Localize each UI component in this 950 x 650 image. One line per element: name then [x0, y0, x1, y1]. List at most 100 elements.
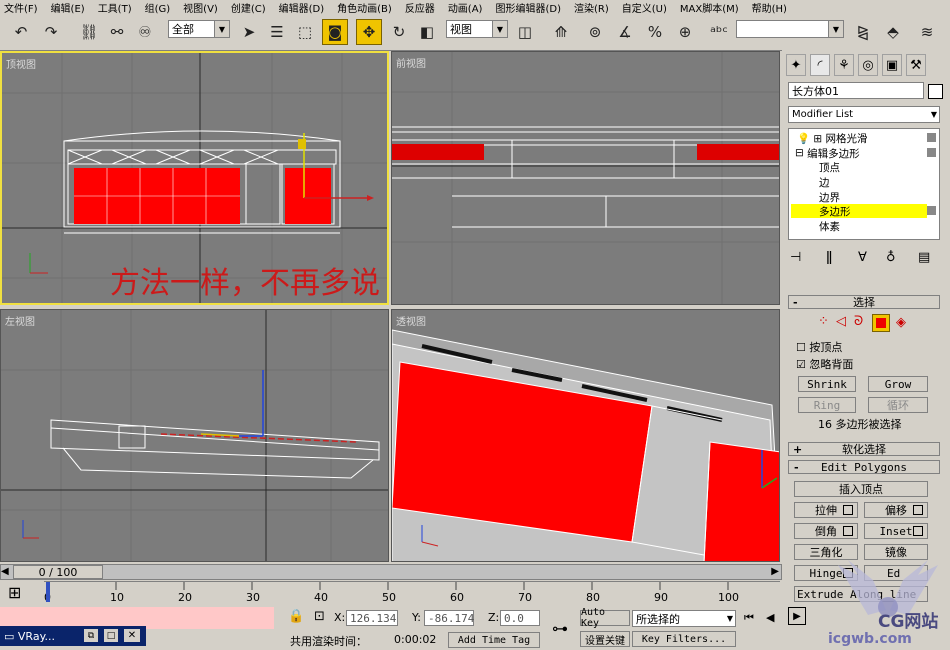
pin-stack-icon[interactable]: ⊣ [790, 250, 801, 265]
inset-button[interactable]: Inset [864, 523, 928, 539]
settings-box-icon[interactable] [843, 505, 853, 515]
display-tab-icon[interactable]: ▣ [882, 54, 902, 76]
auto-key-button[interactable]: Auto Key [580, 607, 630, 629]
edit-polygons-rollout-header[interactable]: - Edit Polygons [788, 460, 940, 474]
settings-box-icon[interactable] [913, 505, 923, 515]
time-slider-track[interactable]: 0 / 100 ◀ ▶ [0, 564, 782, 580]
menu-item[interactable]: 渲染(R) [574, 0, 609, 15]
menu-item[interactable]: MAX脚本(M) [680, 0, 739, 15]
window-crossing-icon[interactable]: ◙ [322, 19, 348, 45]
reference-coordinate-dropdown[interactable]: 视图 ▼ [446, 20, 508, 38]
spinner-snap-icon[interactable]: ⊕ [672, 19, 698, 45]
grow-button[interactable]: Grow [868, 376, 928, 392]
select-manipulate-icon[interactable]: ⟰ [548, 19, 574, 45]
modifier-list-dropdown[interactable]: Modifier List ▼ [788, 106, 940, 123]
soft-selection-rollout-header[interactable]: + 软化选择 [788, 442, 940, 456]
ignore-backfacing-checkbox[interactable]: ☑ 忽略背面 [796, 356, 853, 372]
menu-item[interactable]: 动画(A) [448, 0, 483, 15]
play-icon[interactable]: ▶ [788, 607, 806, 625]
taskbar-item[interactable]: ▭ VRay... ⧉ □ ✕ [0, 626, 146, 646]
select-object-icon[interactable]: ➤ [236, 19, 262, 45]
settings-box-icon[interactable] [843, 526, 853, 536]
track-bar[interactable]: 0 10 20 30 40 50 60 70 80 90 100 [44, 581, 780, 604]
lock-selection-icon[interactable]: 🔒 [288, 609, 304, 624]
ring-button[interactable]: Ring [798, 397, 856, 413]
time-slider-handle[interactable]: 0 / 100 [13, 565, 103, 579]
hierarchy-tab-icon[interactable]: ⚘ [834, 54, 854, 76]
stack-item-element[interactable]: 体素 [819, 219, 840, 233]
pivot-center-icon[interactable]: ◫ [512, 19, 538, 45]
border-level-icon[interactable]: ᘐ [854, 314, 863, 329]
show-end-result-icon[interactable]: ǁ [826, 250, 832, 265]
x-coordinate-field[interactable]: 126.134 [346, 610, 398, 626]
snap-toggle-icon[interactable]: ⊚ [582, 19, 608, 45]
angle-snap-icon[interactable]: ∡ [612, 19, 638, 45]
settings-box-icon[interactable] [913, 526, 923, 536]
object-color-swatch[interactable] [928, 84, 943, 99]
add-time-tag-button[interactable]: Add Time Tag [448, 632, 540, 648]
layer-manager-icon[interactable]: ≋ [914, 19, 940, 45]
loop-button[interactable]: 循环 [868, 397, 928, 413]
edge-level-icon[interactable]: ◁ [836, 314, 846, 329]
configure-modifier-sets-icon[interactable]: ▤ [918, 250, 930, 265]
scroll-left-icon[interactable]: ◀ [1, 566, 9, 577]
stack-item-polygon[interactable]: 多边形 [791, 204, 927, 218]
remove-modifier-icon[interactable]: ♁ [886, 250, 896, 265]
select-scale-icon[interactable]: ◧ [414, 19, 440, 45]
restore-icon[interactable]: ⧉ [84, 629, 98, 642]
stack-item-edge[interactable]: 边 [819, 175, 830, 189]
viewport-front[interactable]: 前视图 [391, 51, 780, 305]
selection-filter-dropdown[interactable]: 全部 ▼ [168, 20, 230, 38]
rect-selection-region-icon[interactable]: ⬚ [292, 19, 318, 45]
menu-item[interactable]: 组(G) [145, 0, 171, 15]
by-vertex-checkbox[interactable]: ☐ 按顶点 [796, 339, 842, 355]
bind-space-warp-icon[interactable]: ♾ [132, 19, 158, 45]
go-to-start-icon[interactable]: ⏮ [744, 611, 754, 625]
scroll-right-icon[interactable]: ▶ [771, 566, 779, 577]
insert-vertex-button[interactable]: 插入顶点 [794, 481, 928, 497]
menu-item[interactable]: 工具(T) [98, 0, 132, 15]
mirror-icon[interactable]: ⧎ [850, 19, 876, 45]
menu-item[interactable]: 创建(C) [231, 0, 266, 15]
viewport-left[interactable]: 左视图 [0, 309, 389, 562]
mini-listener-icon[interactable]: ⊞ [8, 583, 21, 602]
menu-item[interactable]: 文件(F) [4, 0, 38, 15]
undo-icon[interactable]: ↶ [8, 19, 34, 45]
menu-item[interactable]: 编辑器(D) [279, 0, 325, 15]
menu-item[interactable]: 自定义(U) [622, 0, 667, 15]
y-coordinate-field[interactable]: -86.174 [424, 610, 474, 626]
stack-item-border[interactable]: 边界 [819, 190, 840, 204]
named-selection-icon[interactable]: ᵃᵇᶜ [706, 19, 732, 45]
menu-item[interactable]: 编辑(E) [51, 0, 85, 15]
extrude-button[interactable]: 拉伸 [794, 502, 858, 518]
select-rotate-icon[interactable]: ↻ [386, 19, 412, 45]
link-icon[interactable]: ⛓ [76, 19, 102, 45]
stack-item-vertex[interactable]: 顶点 [819, 160, 840, 174]
redo-icon[interactable]: ↷ [38, 19, 64, 45]
previous-frame-icon[interactable]: ◀ [766, 611, 774, 624]
align-icon[interactable]: ⬘ [880, 19, 906, 45]
motion-tab-icon[interactable]: ◎ [858, 54, 878, 76]
close-icon[interactable]: ✕ [124, 629, 140, 642]
z-coordinate-field[interactable]: 0.0 [500, 610, 540, 626]
key-selection-dropdown[interactable]: 所选择的 ▼ [632, 610, 736, 627]
outline-button[interactable]: 偏移 [864, 502, 928, 518]
named-selection-dropdown[interactable]: ▼ [736, 20, 844, 38]
element-level-icon[interactable]: ◈ [896, 315, 906, 330]
stack-item-edit-poly[interactable]: ⊟ 编辑多边形 [795, 146, 860, 160]
viewport-perspective[interactable]: 透视图 [391, 309, 780, 562]
selection-rollout-header[interactable]: - 选择 [788, 295, 940, 309]
select-by-name-icon[interactable]: ☰ [264, 19, 290, 45]
maximize-icon[interactable]: □ [104, 629, 118, 642]
modify-tab-icon[interactable]: ◜ [810, 54, 830, 76]
object-name-field[interactable]: 长方体01 [788, 82, 924, 99]
menu-item[interactable]: 视图(V) [183, 0, 218, 15]
menu-item[interactable]: 帮助(H) [752, 0, 787, 15]
key-filters-button[interactable]: Key Filters... [632, 631, 736, 647]
polygon-level-icon[interactable] [872, 314, 890, 332]
select-move-icon[interactable]: ✥ [356, 19, 382, 45]
shrink-button[interactable]: Shrink [798, 376, 856, 392]
create-tab-icon[interactable]: ✦ [786, 54, 806, 76]
bevel-button[interactable]: 倒角 [794, 523, 858, 539]
absolute-mode-icon[interactable]: ⊡ [314, 609, 325, 624]
